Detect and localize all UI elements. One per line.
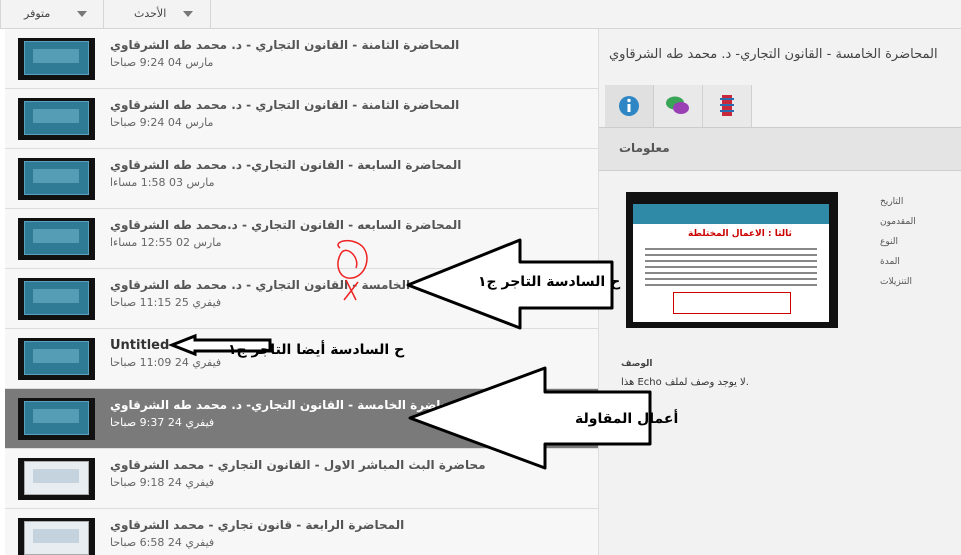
annotation-text-1: ح السادسة التاجر ج١ xyxy=(478,274,621,290)
red-scribble xyxy=(337,239,368,301)
annotation-text-3: أعمال المقاولة xyxy=(575,411,679,427)
annotation-text-2: ح السادسة أيضا التاجر ج١ xyxy=(228,342,405,358)
